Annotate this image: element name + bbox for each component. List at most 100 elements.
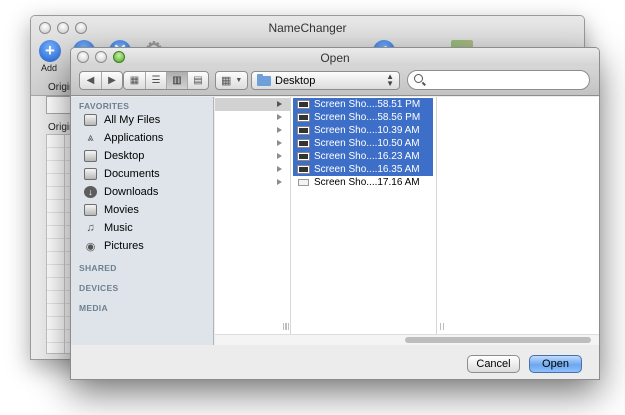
screenshot-file-icon [297,139,310,148]
screenshot-file-icon [297,113,310,122]
window-title: NameChanger [268,21,347,35]
disclosure-arrow-icon [277,127,282,133]
open-dialog: Open ◀ ▶ ▦ ☰ ▥ ▤ ▦ ▼ Desktop ▲ ▼ FAVORITE… [70,47,600,380]
cancel-button[interactable]: Cancel [467,355,520,373]
folder-row[interactable] [215,137,290,150]
favorites-header: FAVORITES [79,101,130,111]
folder-row[interactable] [215,163,290,176]
sidebar-item-music[interactable]: ♫ Music [84,220,133,236]
chevron-down-icon: ▼ [235,77,243,84]
file-row[interactable]: Screen Sho....17.16 AM [293,176,433,189]
sidebar-item-label: Music [104,222,133,234]
downloads-icon: ↓ [84,186,97,198]
pictures-icon: ◉ [85,240,96,253]
devices-header: DEVICES [79,283,119,293]
location-label: Desktop [275,74,316,87]
file-row[interactable]: Screen Sho....58.51 PM [293,98,433,111]
column-view-button[interactable]: ▥ [166,72,187,89]
column-browser: Screen Sho....58.51 PM Screen Sho....58.… [215,97,599,334]
sidebar-item-label: All My Files [104,114,161,126]
file-row[interactable]: Screen Sho....16.23 AM [293,150,433,163]
file-name: Screen Sho....10.39 AM [314,125,420,136]
sidebar-item-label: Movies [104,204,139,216]
search-input[interactable] [407,70,590,90]
sidebar-item-label: Pictures [104,240,144,252]
arrange-menu-button[interactable]: ▦ ▼ [215,71,248,90]
disclosure-arrow-icon [277,166,282,172]
disclosure-arrow-icon [277,114,282,120]
dialog-title: Open [320,51,350,65]
dialog-titlebar: Open [71,48,599,66]
applications-icon: ⩓ [87,131,94,144]
forward-arrow-icon: ▶ [108,75,116,86]
dialog-toolbar: ◀ ▶ ▦ ☰ ▥ ▤ ▦ ▼ Desktop ▲ ▼ [71,66,599,96]
sidebar-item-label: Documents [104,168,160,180]
icon-view-icon: ▦ [129,75,140,86]
files-column[interactable]: Screen Sho....58.51 PM Screen Sho....58.… [285,97,444,334]
add-label: Add [41,63,58,73]
file-name: Screen Sho....58.56 PM [314,112,421,123]
disclosure-arrow-icon [277,153,282,159]
movies-icon [84,204,97,216]
screenshot-file-icon [297,126,310,135]
list-view-icon: ☰ [151,75,161,86]
column-view-icon: ▥ [172,75,182,86]
search-icon [414,74,423,83]
sidebar-item-label: Desktop [104,150,145,162]
file-row[interactable]: Screen Sho....16.35 AM [293,163,433,176]
open-button[interactable]: Open [529,355,582,373]
file-name: Screen Sho....10.50 AM [314,138,420,149]
parent-column[interactable] [215,97,291,334]
folder-row[interactable] [215,176,290,189]
folder-row-selected[interactable] [215,98,290,111]
coverflow-view-icon: ▤ [193,75,203,86]
file-name: Screen Sho....17.16 AM [314,177,420,188]
sidebar-item-applications[interactable]: ⩓ Applications [84,130,163,146]
file-name: Screen Sho....58.51 PM [314,99,421,110]
screenshot-file-icon [297,152,310,161]
media-header: MEDIA [79,303,108,313]
folder-icon [257,73,271,86]
folder-row[interactable] [215,124,290,137]
coverflow-view-button[interactable]: ▤ [187,72,208,89]
disclosure-arrow-icon [277,179,282,185]
sidebar-item-movies[interactable]: Movies [84,202,139,218]
desktop-icon [84,150,97,162]
arrange-grid-icon: ▦ [221,75,232,87]
sidebar-item-label: Downloads [104,186,159,198]
icon-view-button[interactable]: ▦ [124,72,145,89]
folder-row[interactable] [215,111,290,124]
screenshot-file-icon [297,165,310,174]
disclosure-arrow-icon [277,101,282,107]
folder-row[interactable] [215,150,290,163]
file-row[interactable]: Screen Sho....58.56 PM [293,111,433,124]
location-popup[interactable]: Desktop ▲ ▼ [251,71,400,90]
back-button[interactable]: ◀ [80,72,101,89]
all-files-icon [84,114,97,126]
sidebar-item-label: Applications [104,132,164,144]
horizontal-scrollbar[interactable] [215,334,599,345]
shared-header: SHARED [79,263,117,273]
file-row[interactable]: Screen Sho....10.39 AM [293,124,433,137]
list-view-button[interactable]: ☰ [145,72,166,89]
sidebar-item-documents[interactable]: Documents [84,166,160,182]
view-mode-control: ▦ ☰ ▥ ▤ [123,71,209,90]
sidebar: FAVORITES All My Files ⩓ Applications De… [71,97,214,345]
sidebar-item-pictures[interactable]: ◉ Pictures [84,238,144,254]
screenshot-file-icon [298,179,309,186]
screenshot-file-icon [297,100,310,109]
column-resize-handle[interactable] [285,323,289,330]
sidebar-item-downloads[interactable]: ↓ Downloads [84,184,158,200]
add-icon[interactable]: + [39,40,61,62]
column-resize-handle[interactable] [440,323,444,330]
file-name: Screen Sho....16.35 AM [314,164,420,175]
forward-button[interactable]: ▶ [101,72,122,89]
back-forward-control: ◀ ▶ [79,71,123,90]
documents-icon [84,168,97,180]
scrollbar-thumb[interactable] [405,337,591,343]
updown-chevron-icon: ▲ ▼ [386,72,394,88]
file-row[interactable]: Screen Sho....10.50 AM [293,137,433,150]
sidebar-item-desktop[interactable]: Desktop [84,148,144,164]
disclosure-arrow-icon [277,140,282,146]
sidebar-item-all-my-files[interactable]: All My Files [84,112,160,128]
